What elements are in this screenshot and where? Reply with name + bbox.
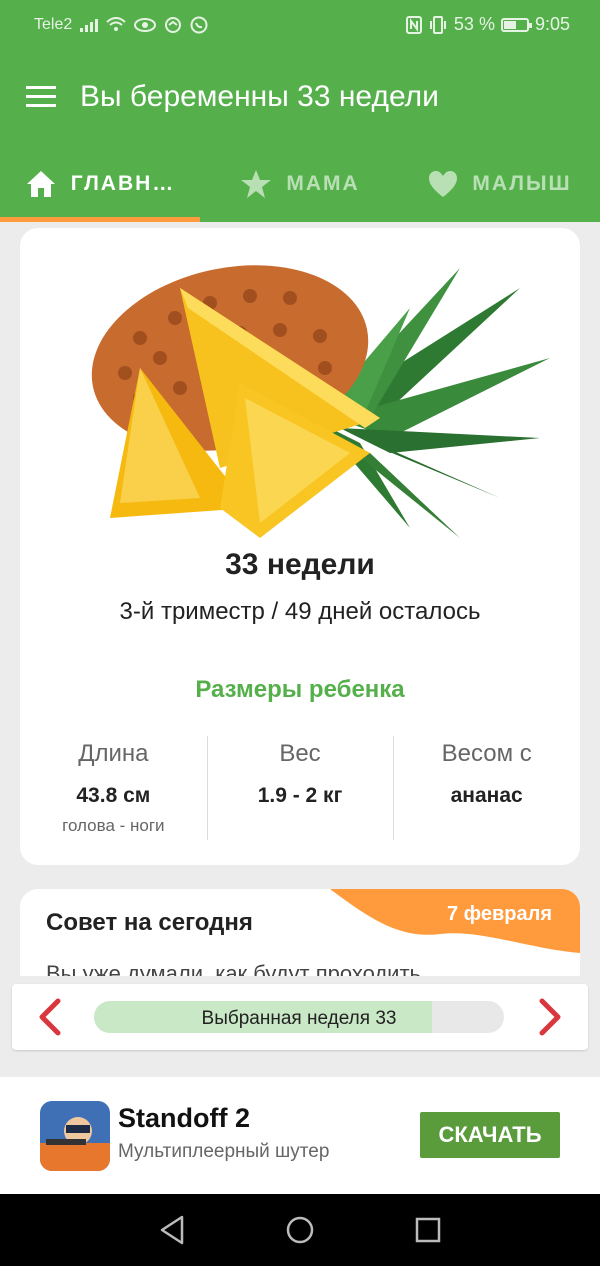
ad-app-name: Standoff 2	[118, 1103, 250, 1133]
trimester-info: 3-й триместр / 49 дней осталось	[119, 598, 481, 625]
back-icon[interactable]	[158, 1214, 186, 1246]
ad-description: Мультиплеерный шутер	[118, 1141, 330, 1162]
week-progress-bar[interactable]: Выбранная неделя 33	[94, 1001, 504, 1033]
system-nav-bar	[0, 1194, 600, 1266]
week-navigator: Выбранная неделя 33	[12, 984, 588, 1050]
pineapple-image	[91, 265, 550, 538]
tab-mom-label: МАМА	[286, 172, 360, 195]
download-button[interactable]: СКАЧАТЬ	[420, 1112, 560, 1158]
recents-icon[interactable]	[414, 1214, 442, 1246]
daily-tip-card[interactable]: Совет на сегодня 7 февраля Вы уже думали…	[20, 889, 580, 976]
page-title: Вы беременны 33 недели	[80, 80, 439, 113]
home-nav-icon[interactable]	[285, 1214, 315, 1246]
app-icon	[40, 1101, 110, 1171]
stat-label: Вес	[279, 740, 321, 767]
carrier-label: Tele2	[34, 16, 73, 33]
status-left: Tele2	[34, 16, 208, 34]
stat-value: 43.8 см	[76, 784, 151, 807]
stat-sub: голова - ноги	[62, 816, 165, 835]
size-stats: Длина 43.8 см голова - ноги Вес 1.9 - 2 …	[20, 736, 580, 840]
clock: 9:05	[534, 14, 570, 34]
tab-baby-label: МАЛЫШ	[472, 172, 572, 195]
stat-value: 1.9 - 2 кг	[257, 784, 343, 807]
tip-date: 7 февраля	[446, 903, 552, 925]
stat-weight: Вес 1.9 - 2 кг	[206, 736, 394, 840]
stat-label: Весом с	[441, 740, 532, 767]
app-bar: Вы беременны 33 недели	[0, 50, 600, 146]
stat-compare: Весом с ананас	[393, 736, 580, 840]
tab-home[interactable]: ГЛАВН…	[0, 146, 200, 222]
tab-home-label: ГЛАВН…	[70, 172, 176, 195]
ad-banner[interactable]: Standoff 2 Мультиплеерный шутер СКАЧАТЬ	[0, 1077, 600, 1194]
next-week-icon[interactable]	[534, 998, 566, 1036]
week-title: 33 недели	[225, 548, 375, 581]
heart-icon	[429, 171, 458, 197]
status-right: 53 % 9:05	[405, 14, 570, 35]
tab-baby[interactable]: МАЛЫШ	[400, 146, 600, 222]
stat-label: Длина	[78, 740, 149, 767]
tab-mom[interactable]: МАМА	[200, 146, 400, 222]
wifi-icon	[106, 17, 126, 31]
vibrate-icon	[429, 15, 446, 34]
star-icon	[241, 170, 272, 198]
tip-preview: Вы уже думали, как будут проходить	[46, 961, 422, 976]
signal-icon	[80, 18, 99, 32]
week-info-card: 33 недели 3-й триместр / 49 дней осталос…	[20, 228, 580, 865]
eye-icon	[134, 18, 157, 32]
nfc-icon	[405, 15, 422, 34]
battery-percent: 53 %	[453, 14, 495, 34]
status-bar: Tele2 53 % 9:05	[0, 0, 600, 50]
stat-length: Длина 43.8 см голова - ноги	[20, 736, 207, 840]
baby-sizes-title: Размеры ребенка	[195, 676, 405, 703]
menu-icon[interactable]	[26, 86, 56, 108]
battery-icon	[500, 17, 532, 32]
selected-week-label: Выбранная неделя 33	[201, 1008, 397, 1029]
stat-value: ананас	[450, 784, 523, 807]
tab-indicator	[0, 217, 200, 222]
tip-title: Совет на сегодня	[46, 909, 253, 936]
vk-icon	[165, 17, 182, 33]
home-icon	[26, 171, 55, 197]
whatsapp-icon	[190, 16, 208, 34]
tab-bar: ГЛАВН… МАМА МАЛЫШ	[0, 146, 600, 222]
previous-week-icon[interactable]	[34, 998, 66, 1036]
